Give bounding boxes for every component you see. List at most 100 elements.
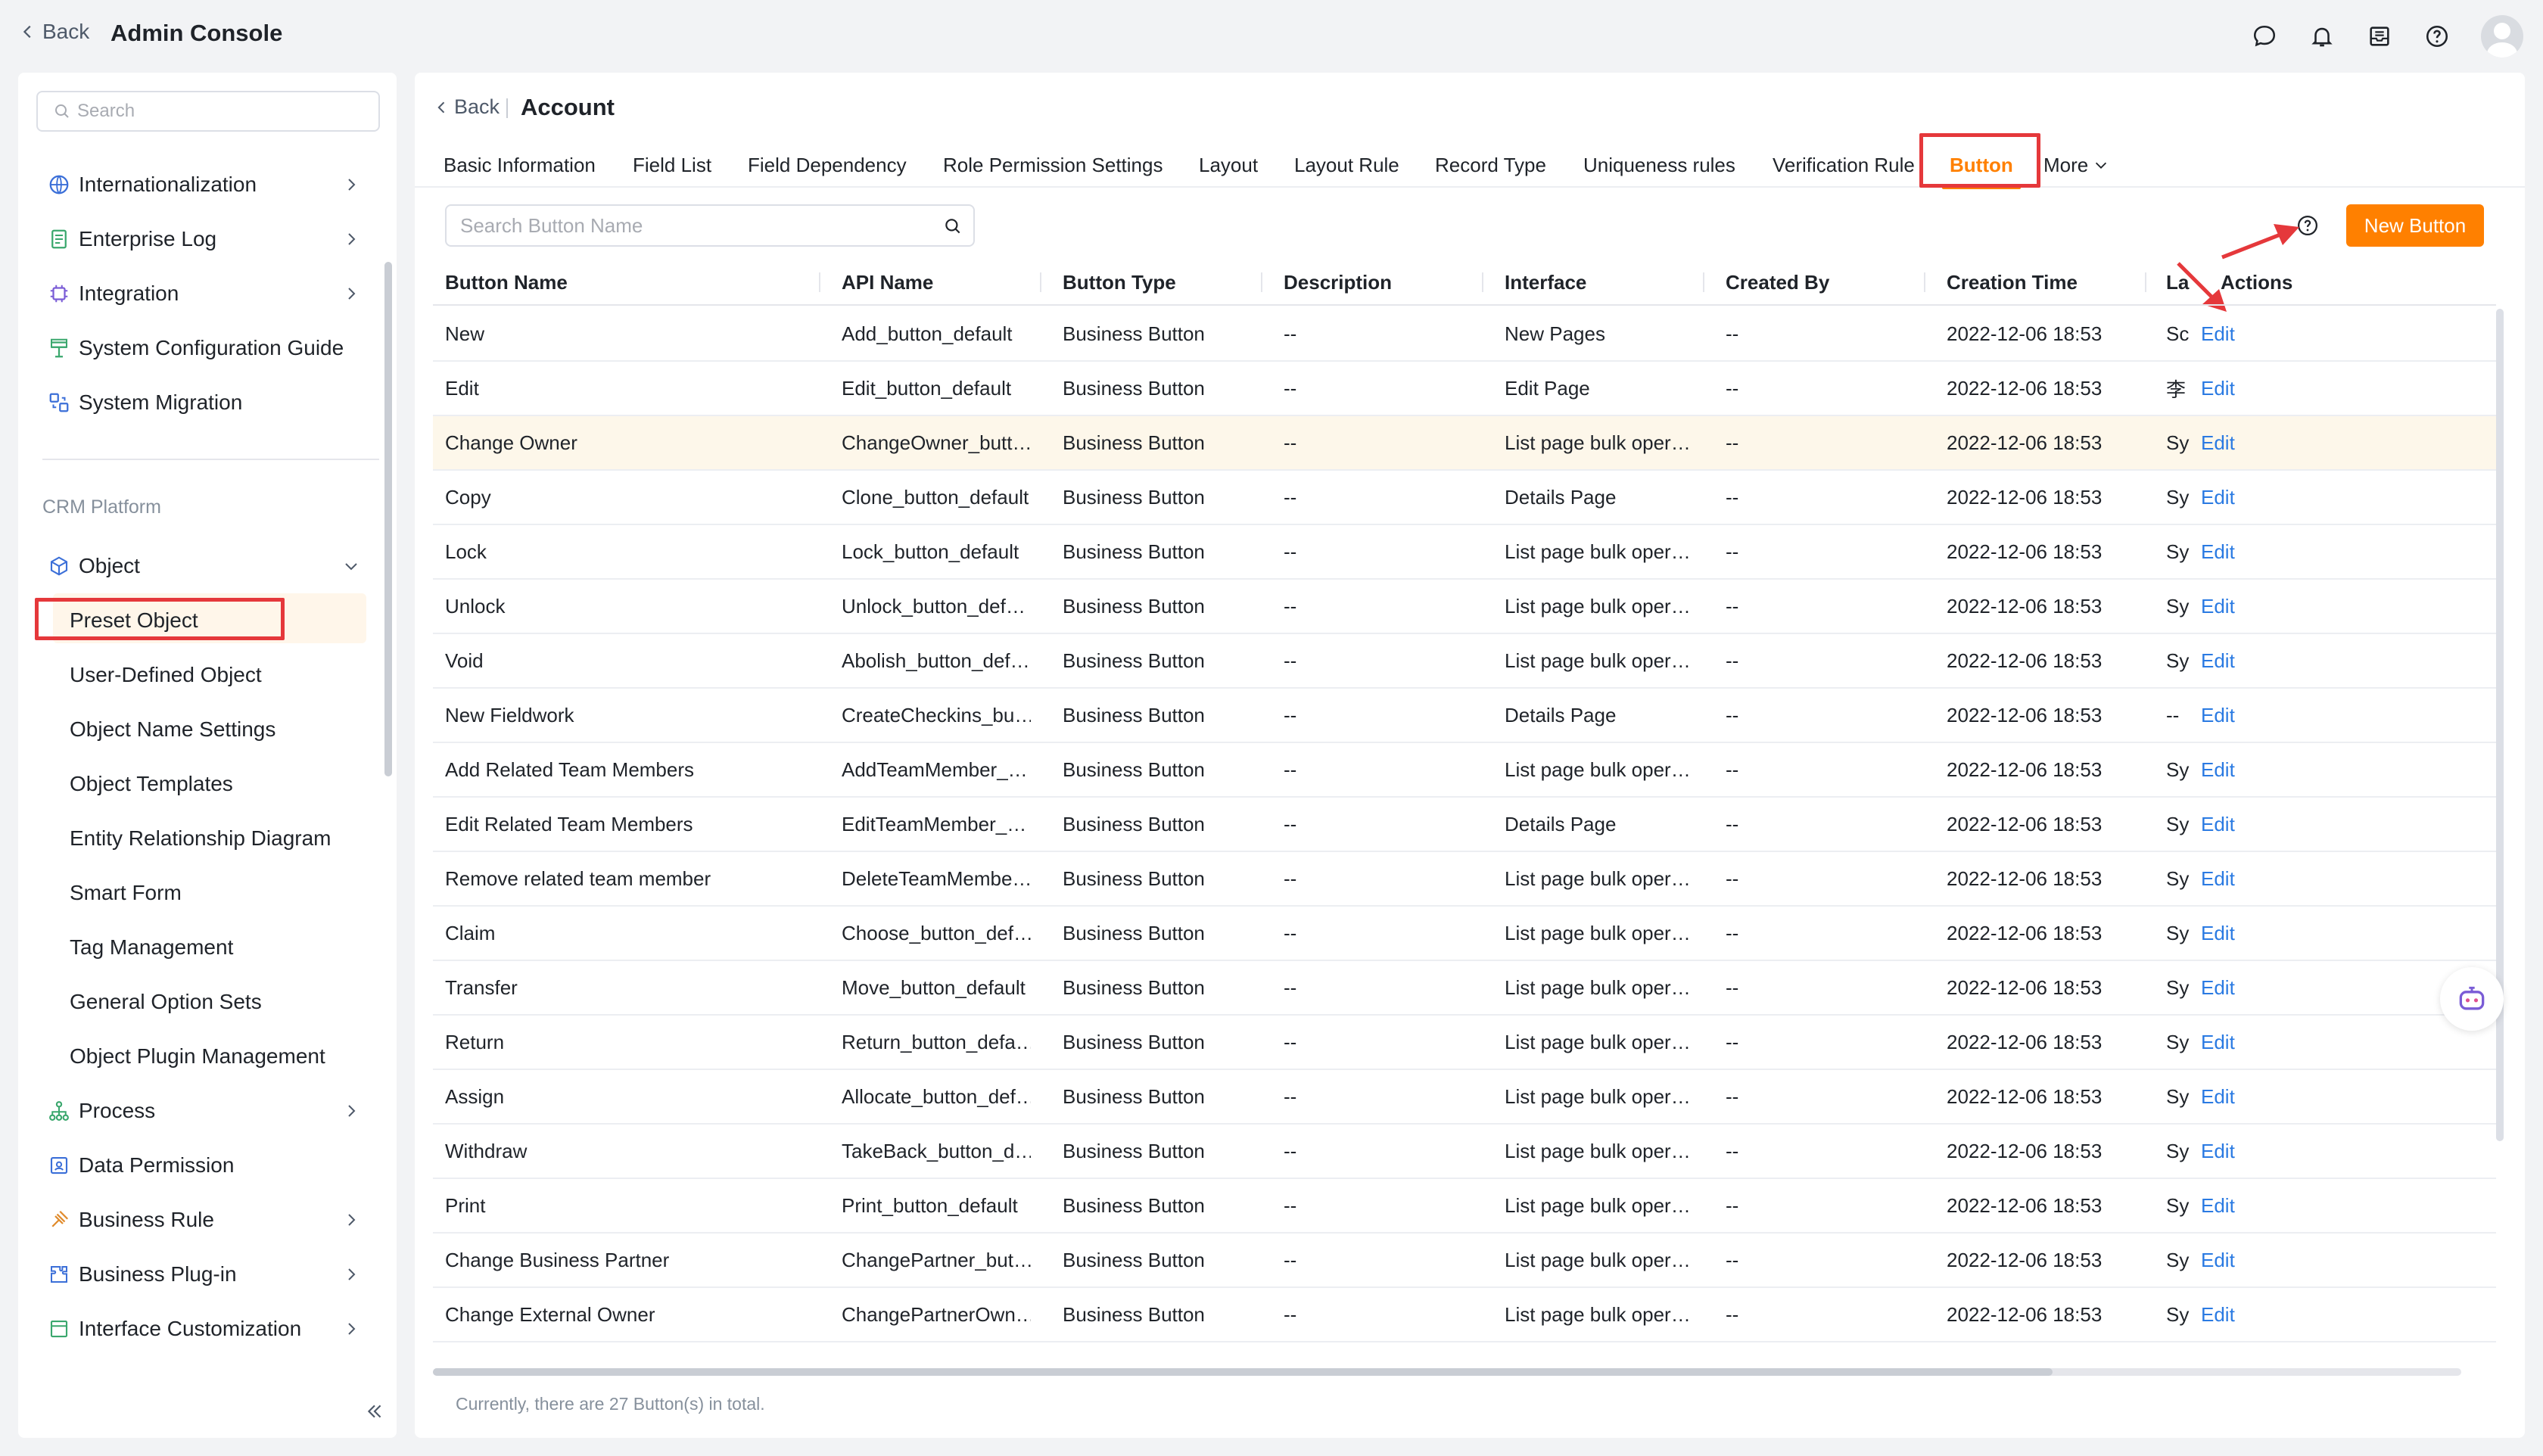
inbox-icon[interactable]	[2366, 23, 2393, 50]
sidebar-item-internationalization[interactable]: Internationalization	[47, 162, 372, 207]
sidebar-item-business-rule[interactable]: Business Rule	[47, 1197, 372, 1243]
cell-api-name: Choose_button_def…	[842, 921, 1031, 944]
column-header-created-by[interactable]: Created By	[1726, 259, 1829, 306]
column-header-api-name[interactable]: API Name	[842, 259, 933, 306]
tab-layout[interactable]: Layout	[1199, 142, 1258, 188]
edit-link[interactable]: Edit	[2201, 307, 2261, 360]
tab-uniqueness-rules[interactable]: Uniqueness rules	[1583, 142, 1735, 188]
sidebar-item-interface-customization[interactable]: Interface Customization	[47, 1306, 372, 1352]
edit-link[interactable]: Edit	[2201, 1234, 2261, 1286]
sidebar-item-general-option-sets[interactable]: General Option Sets	[70, 979, 372, 1025]
table-row[interactable]: Remove related team member DeleteTeamMemb…	[433, 852, 2496, 907]
column-header-button-name[interactable]: Button Name	[445, 259, 568, 306]
sidebar-item-entity-relationship-diagram[interactable]: Entity Relationship Diagram	[70, 816, 372, 861]
top-back-button[interactable]: Back	[20, 20, 89, 44]
column-header-actions[interactable]: Actions	[2221, 259, 2292, 306]
sidebar-item-smart-form[interactable]: Smart Form	[70, 870, 372, 916]
sidebar-item-object-plugin-management[interactable]: Object Plugin Management	[70, 1034, 372, 1079]
edit-link[interactable]: Edit	[2201, 1288, 2261, 1341]
edit-link[interactable]: Edit	[2201, 471, 2261, 524]
table-row[interactable]: Copy Clone_button_default Business Button -…	[433, 471, 2496, 525]
cell-last-modified: Sy	[2166, 540, 2190, 563]
table-row[interactable]: Claim Choose_button_def… Business Button --…	[433, 907, 2496, 961]
table-row[interactable]: New Add_button_default Business Button -- Ne…	[433, 307, 2496, 362]
table-row[interactable]: Change External Owner ChangePartnerOwn… Bu…	[433, 1288, 2496, 1342]
column-header-button-type[interactable]: Button Type	[1063, 259, 1176, 306]
sidebar-item-object-name-settings[interactable]: Object Name Settings	[70, 707, 372, 752]
collapse-sidebar-icon[interactable]	[365, 1402, 384, 1421]
edit-link[interactable]: Edit	[2201, 416, 2261, 469]
edit-link[interactable]: Edit	[2201, 743, 2261, 796]
sidebar-scrollbar[interactable]	[384, 262, 392, 776]
column-header-description[interactable]: Description	[1284, 259, 1392, 306]
table-row[interactable]: Transfer Move_button_default Business Butt…	[433, 961, 2496, 1016]
chat-icon[interactable]	[2251, 23, 2278, 50]
tab-field-dependency[interactable]: Field Dependency	[748, 142, 907, 188]
edit-link[interactable]: Edit	[2201, 1070, 2261, 1123]
table-row[interactable]: Assign Allocate_button_def… Business Butto…	[433, 1070, 2496, 1125]
table-row[interactable]: Edit Edit_button_default Business Button --…	[433, 362, 2496, 416]
table-row[interactable]: Lock Lock_button_default Business Button --…	[433, 525, 2496, 580]
sidebar-item-tag-management[interactable]: Tag Management	[70, 925, 372, 970]
tab-field-list[interactable]: Field List	[633, 142, 711, 188]
edit-link[interactable]: Edit	[2201, 580, 2261, 633]
sidebar-item-user-defined-object[interactable]: User-Defined Object	[70, 652, 372, 698]
search-icon[interactable]	[943, 216, 963, 236]
edit-link[interactable]: Edit	[2201, 1125, 2261, 1178]
table-row[interactable]: Edit Related Team Members EditTeamMember_…	[433, 798, 2496, 852]
table-row[interactable]: Unlock Unlock_button_def… Business Button -…	[433, 580, 2496, 634]
assistant-bot-button[interactable]	[2440, 967, 2504, 1031]
edit-link[interactable]: Edit	[2201, 1016, 2261, 1069]
table-row[interactable]: Return Return_button_defa… Business Button…	[433, 1016, 2496, 1070]
sidebar-item-system-configuration-guide[interactable]: System Configuration Guide	[47, 325, 372, 371]
tab-layout-rule[interactable]: Layout Rule	[1294, 142, 1399, 188]
column-header-last-modified[interactable]: La	[2166, 259, 2189, 306]
edit-link[interactable]: Edit	[2201, 689, 2261, 742]
sidebar-item-enterprise-log[interactable]: Enterprise Log	[47, 216, 372, 262]
tab-record-type[interactable]: Record Type	[1435, 142, 1546, 188]
sidebar-search-input[interactable]: Search	[36, 91, 380, 132]
edit-link[interactable]: Edit	[2201, 961, 2261, 1014]
bell-icon[interactable]	[2308, 23, 2336, 50]
tab-more[interactable]: More	[2043, 142, 2109, 188]
table-row[interactable]: New Fieldwork CreateCheckins_bu… Business …	[433, 689, 2496, 743]
edit-link[interactable]: Edit	[2201, 1179, 2261, 1232]
table-row[interactable]: Add Related Team Members AddTeamMember_… B…	[433, 743, 2496, 798]
table-row[interactable]: Print Print_button_default Business Button…	[433, 1179, 2496, 1234]
cell-creation-time: 2022-12-06 18:53	[1947, 322, 2103, 345]
tab-verification-rule[interactable]: Verification Rule	[1773, 142, 1915, 188]
table-row[interactable]: Void Abolish_button_def… Business Button --…	[433, 634, 2496, 689]
sidebar-item-business-plug-in[interactable]: Business Plug-in	[47, 1252, 372, 1297]
edit-link[interactable]: Edit	[2201, 362, 2261, 415]
edit-link[interactable]: Edit	[2201, 852, 2261, 905]
tab-role-permission-settings[interactable]: Role Permission Settings	[943, 142, 1163, 188]
cell-created-by: --	[1726, 921, 1739, 944]
edit-link[interactable]: Edit	[2201, 907, 2261, 960]
sidebar-item-data-permission[interactable]: Data Permission	[47, 1143, 372, 1188]
new-button-button[interactable]: New Button	[2346, 204, 2484, 247]
button-search-input[interactable]: Search Button Name	[445, 204, 975, 247]
sidebar-item-object-templates[interactable]: Object Templates	[70, 761, 372, 807]
table-row[interactable]: Change Owner ChangeOwner_butt… Business Bu…	[433, 416, 2496, 471]
sidebar-item-object[interactable]: Object	[47, 543, 372, 589]
edit-link[interactable]: Edit	[2201, 634, 2261, 687]
table-row[interactable]: Withdraw TakeBack_button_d… Business Butto…	[433, 1125, 2496, 1179]
cell-button-name: Copy	[445, 485, 491, 509]
horizontal-scrollbar-thumb[interactable]	[433, 1368, 2053, 1376]
sidebar-item-integration[interactable]: Integration	[47, 271, 372, 316]
edit-link[interactable]: Edit	[2201, 525, 2261, 578]
column-header-interface[interactable]: Interface	[1505, 259, 1586, 306]
help-icon[interactable]	[2296, 214, 2319, 237]
edit-link[interactable]: Edit	[2201, 798, 2261, 851]
help-icon[interactable]	[2423, 23, 2451, 50]
sidebar-item-system-migration[interactable]: System Migration	[47, 380, 372, 425]
sidebar-item-process[interactable]: Process	[47, 1088, 372, 1134]
column-header-creation-time[interactable]: Creation Time	[1947, 259, 2078, 306]
cell-last-modified: Sy	[2166, 1193, 2190, 1217]
horizontal-scrollbar[interactable]	[433, 1368, 2461, 1376]
table-row[interactable]: Change Business Partner ChangePartner_but…	[433, 1234, 2496, 1288]
tab-basic-information[interactable]: Basic Information	[444, 142, 596, 188]
column-separator	[2145, 272, 2146, 292]
user-avatar[interactable]	[2481, 15, 2523, 58]
account-back-button[interactable]: Back	[434, 95, 500, 119]
